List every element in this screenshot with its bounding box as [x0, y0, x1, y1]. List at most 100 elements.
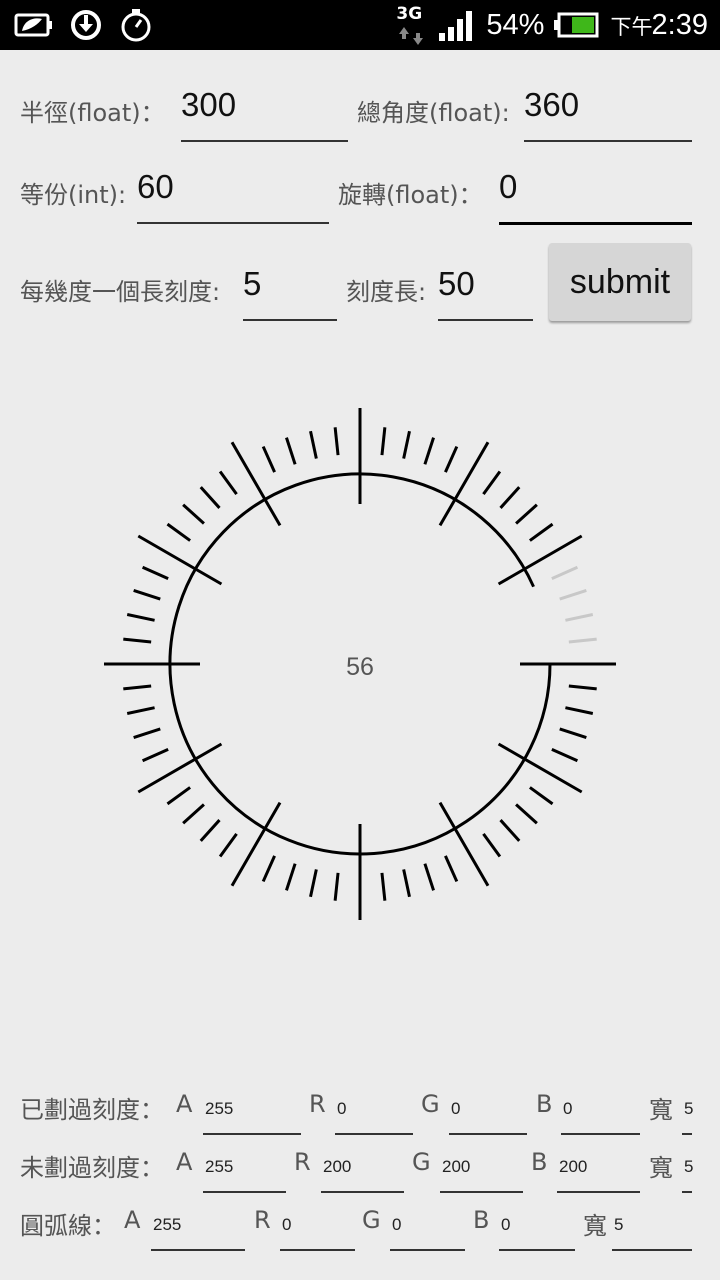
drawn-tick	[285, 437, 297, 465]
drawn-tick	[423, 437, 435, 465]
channel-w-label: 寬	[649, 1096, 673, 1124]
drawn-tick	[499, 486, 521, 509]
submit-button[interactable]: submit	[549, 243, 691, 321]
rotation-input-underline	[499, 222, 692, 225]
drawn-tick	[551, 748, 579, 763]
channel-g-input[interactable]: 0	[451, 1099, 460, 1119]
long-tick-interval-underline	[243, 319, 337, 321]
drawn-tick	[230, 801, 282, 887]
channel-w-input[interactable]: 5	[684, 1099, 693, 1119]
drawn-tick	[261, 855, 276, 883]
channel-b-input[interactable]: 200	[559, 1157, 587, 1177]
drawn-tick	[333, 872, 340, 901]
drawn-tick	[438, 801, 490, 887]
network-type: 3G	[396, 4, 423, 24]
drawn-tick	[444, 855, 459, 883]
drawn-tick	[559, 727, 587, 739]
channel-g-input[interactable]: 0	[392, 1215, 401, 1235]
channel-r-label: R	[294, 1148, 311, 1176]
total-angle-label: 總角度(float):	[357, 99, 510, 127]
channel-a-input[interactable]: 255	[153, 1215, 181, 1235]
channel-w-input[interactable]: 5	[614, 1215, 623, 1235]
channel-b-label: B	[536, 1090, 553, 1118]
drawn-tick	[568, 684, 597, 691]
drawn-tick	[529, 786, 554, 806]
drawn-tick	[402, 430, 411, 459]
battery-icon	[554, 12, 599, 38]
long-tick-interval-label: 每幾度一個長刻度:	[20, 278, 221, 306]
network-3g-icon: 3G	[396, 3, 428, 47]
drawn-tick	[182, 503, 205, 525]
status-bar: 3G 54% 下午 2:39	[0, 0, 720, 50]
channel-a-input[interactable]: 255	[205, 1099, 233, 1119]
channel-g-underline	[440, 1191, 523, 1193]
rotation-input[interactable]: 0	[499, 168, 517, 206]
sync-icon	[71, 10, 101, 40]
channel-g-input[interactable]: 200	[442, 1157, 470, 1177]
drawn-tick	[515, 803, 538, 825]
drawn-tick	[333, 427, 340, 456]
channel-b-input[interactable]: 0	[501, 1215, 510, 1235]
drawn-tick	[218, 470, 238, 495]
notification-icons	[14, 6, 154, 44]
channel-r-label: R	[254, 1206, 271, 1234]
channel-w-input[interactable]: 5	[684, 1157, 693, 1177]
drawn-tick	[141, 565, 169, 580]
channel-r-input[interactable]: 200	[323, 1157, 351, 1177]
channel-r-underline	[335, 1133, 413, 1135]
total-angle-input[interactable]: 360	[524, 86, 579, 124]
drawn-tick	[141, 748, 169, 763]
channel-r-label: R	[309, 1090, 326, 1118]
drawn-tick	[402, 869, 411, 898]
divisions-label: 等份(int):	[20, 181, 127, 209]
drawn-tick	[137, 534, 223, 586]
drawn-tick	[285, 863, 297, 891]
channel-b-label: B	[531, 1148, 548, 1176]
drawn-tick	[380, 872, 387, 901]
undrawn-tick	[565, 613, 594, 622]
channel-w-label: 寬	[649, 1154, 673, 1182]
tick-length-label: 刻度長:	[346, 278, 427, 306]
undrawn-tick	[551, 565, 579, 580]
channel-w-underline	[682, 1133, 692, 1135]
tick-length-input[interactable]: 50	[438, 265, 475, 303]
channel-b-input[interactable]: 0	[563, 1099, 572, 1119]
channel-w-underline	[682, 1191, 692, 1193]
rotation-label: 旋轉(float)：	[338, 181, 483, 209]
radius-input[interactable]: 300	[181, 86, 236, 124]
drawn-tick	[133, 727, 161, 739]
total-angle-input-underline	[524, 140, 692, 142]
radius-label: 半徑(float)：	[20, 99, 165, 127]
channel-a-underline	[203, 1133, 301, 1135]
color-row-label: 未劃過刻度：	[20, 1154, 164, 1182]
drawn-tick	[261, 445, 276, 473]
channel-r-input[interactable]: 0	[282, 1215, 291, 1235]
channel-r-input[interactable]: 0	[337, 1099, 346, 1119]
tick-length-underline	[438, 319, 533, 321]
channel-g-underline	[449, 1133, 527, 1135]
channel-a-input[interactable]: 255	[205, 1157, 233, 1177]
channel-g-label: G	[412, 1148, 431, 1176]
drawn-tick	[123, 684, 152, 691]
drawn-tick	[137, 742, 223, 794]
long-tick-interval-input[interactable]: 5	[243, 265, 261, 303]
tick-dial: 56	[104, 408, 616, 920]
color-row-label: 圓弧線：	[20, 1212, 116, 1240]
divisions-input[interactable]: 60	[137, 168, 174, 206]
channel-w-underline	[612, 1249, 692, 1251]
channel-a-label: A	[124, 1206, 141, 1234]
drawn-tick	[529, 522, 554, 542]
channel-b-underline	[561, 1133, 640, 1135]
drawn-tick	[515, 503, 538, 525]
stopwatch-icon	[121, 9, 151, 42]
drawn-tick	[565, 706, 594, 715]
drawn-tick	[380, 427, 387, 456]
color-row-label: 已劃過刻度：	[20, 1096, 164, 1124]
radius-input-underline	[181, 140, 348, 142]
divisions-input-underline	[137, 222, 329, 224]
channel-r-underline	[280, 1249, 355, 1251]
channel-b-underline	[557, 1191, 640, 1193]
drawn-tick	[126, 613, 155, 622]
channel-a-underline	[151, 1249, 245, 1251]
drawn-tick	[230, 441, 282, 527]
